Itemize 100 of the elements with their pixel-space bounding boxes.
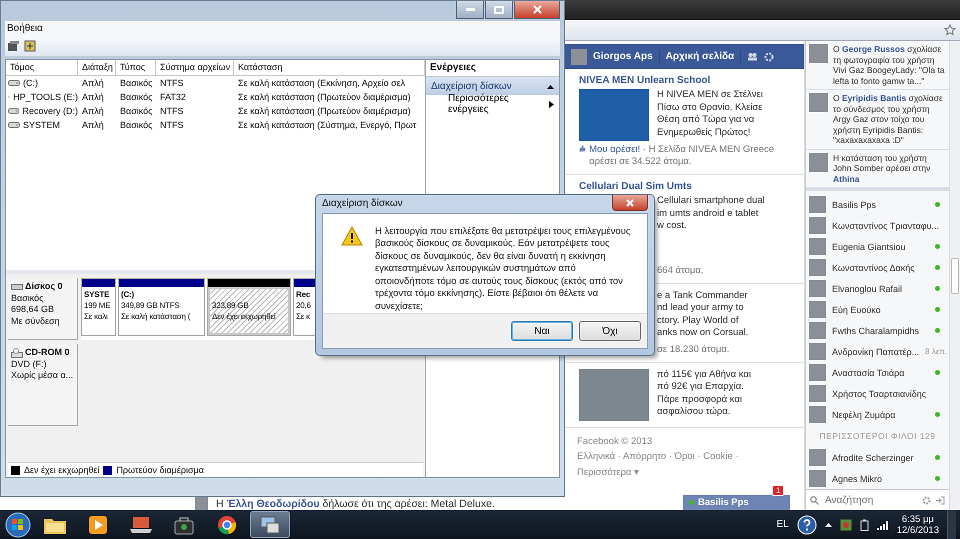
like-link[interactable]: Μου αρέσει! xyxy=(589,144,640,155)
friend-item[interactable]: Νεφέλη Ζυμάρα xyxy=(806,404,949,425)
scrollbar[interactable] xyxy=(949,41,960,510)
drive-icon xyxy=(8,121,20,129)
dialog-message: Η λειτουργία που επιλέξατε θα μετατρέψει τους επιλεγμένους βασικούς δίσκους σε δυναμικούς. Εάν μετατρέψετε τους δίσκους σε δυναμικούς, δεν θα είναι δυνατή η εκκίνηση εγκατεστημένων λειτουργικών συστημάτων από οποιονδήποτε τόμο σε αυτούς τους δίσκους (εκτός από τον τρέχοντα τόμο εκκίνησης). Είστε βέβαιοι ότι θέλετε να συνεχίσετε; xyxy=(375,226,632,313)
home-link[interactable]: Αρχική σελίδα xyxy=(666,51,734,62)
avatar-placeholder xyxy=(809,364,826,381)
warning-icon xyxy=(341,226,363,246)
caret-icon[interactable] xyxy=(824,522,832,527)
disk-info: Με σύνδεση xyxy=(11,316,61,327)
dialog-button[interactable]: Ναι xyxy=(511,321,573,341)
friend-item[interactable]: Κωνσταντίνος Δακής xyxy=(806,257,949,278)
table-cell-text: Απλή xyxy=(81,105,105,118)
maximize-button[interactable] xyxy=(485,1,513,19)
avatar-placeholder xyxy=(809,449,826,466)
section-header: ΠΕΡΙΣΣΟΤΕΡΟΙ ΦΙΛΟΙ 129 xyxy=(818,430,936,443)
partition-info: Σε καλι xyxy=(84,311,108,322)
avatar-placeholder xyxy=(809,385,826,402)
avatar-placeholder xyxy=(809,343,826,360)
avatar-placeholder xyxy=(809,238,826,255)
partition-info: Σε καλή κατάσταση ( xyxy=(121,311,190,322)
action-item[interactable]: Περισσότερες ενέργειες xyxy=(426,95,559,113)
friend-item[interactable]: Afrodite Scherzinger xyxy=(806,447,949,468)
photo-placeholder xyxy=(579,89,649,141)
maximize-icon xyxy=(494,6,504,14)
column-header[interactable]: Σύστημα αρχείων xyxy=(156,60,234,75)
avatar-placeholder xyxy=(809,301,826,318)
partition-info: SYSTE xyxy=(84,289,110,300)
table-cell-text: NTFS xyxy=(159,77,184,90)
menu-item[interactable]: Βοήθεια xyxy=(7,23,43,34)
partition-header-bar xyxy=(82,279,115,287)
scrollbar-thumb[interactable] xyxy=(951,258,959,294)
taskbar-button[interactable] xyxy=(250,511,290,538)
friend-item[interactable]: Εύη Ευούκο xyxy=(806,299,949,320)
action-item[interactable]: Διαχείριση δίσκων xyxy=(426,77,559,95)
friends-icon[interactable] xyxy=(747,52,758,61)
ticker-story[interactable]: Ο Eyripidis Bantis σχολίασε το σύνδεσμος του χρήστη Argy Gaz στον τοίχο του χρήστη Eyripidis Bantis: "xaxaxaxaxaxa :D" xyxy=(833,93,946,146)
settings-icon[interactable] xyxy=(922,496,931,504)
bag-icon xyxy=(173,514,195,534)
partition-block[interactable]: (C:) 349,89 GB NTFS Σε καλή κατάσταση ( xyxy=(118,278,205,336)
ad-text: πό 115€ για Αθήνα και πό 92€ για Επαρχία. Πάρε προσφορά και ασφαλίσου τώρα. xyxy=(657,368,752,418)
table-cell-text: Απλή xyxy=(81,77,105,90)
column-header[interactable]: Διάταξη xyxy=(78,60,116,75)
more-link[interactable]: Περισσότερα ▾ xyxy=(577,466,792,478)
popout-icon[interactable] xyxy=(935,496,945,504)
start-button[interactable] xyxy=(4,512,32,538)
friend-item[interactable]: Basilis Pps xyxy=(806,194,949,215)
profile-link[interactable]: Giorgos Aps xyxy=(593,51,653,62)
close-button[interactable] xyxy=(514,1,560,19)
partition-info: Rec xyxy=(296,289,310,300)
table-cell-text: SYSTEM xyxy=(23,119,60,132)
ad-title[interactable]: Cellulari Dual Sim Umts xyxy=(579,181,796,192)
friend-item[interactable]: Agnes Mikro xyxy=(806,468,949,489)
column-header[interactable]: Κατάσταση xyxy=(234,60,425,75)
avatar-placeholder xyxy=(195,497,208,510)
search-field[interactable]: Αναζήτηση xyxy=(823,494,918,506)
partition-block[interactable]: SYSTE 199 ME Σε καλι xyxy=(81,278,116,336)
language-indicator[interactable]: EL xyxy=(776,519,789,530)
friend-item[interactable]: Ανδρονίκη Παπατέρ... 8 λεπ. xyxy=(806,341,949,362)
dialog-title: Διαχείριση δίσκων xyxy=(322,198,403,210)
clock[interactable]: 6:35 μμ 12/6/2013 xyxy=(896,514,939,536)
ticker-story[interactable]: Ο George Russos σχολίασε τη φωτογραφία του χρήστη Vivi Gaz BoogeyLady: "Ola ta lefta to fonto gamw ta..." xyxy=(833,44,946,86)
ad-text: e a Tank Commander nd lead your army to ctory. Play World of anks now on Corsual. xyxy=(657,290,748,340)
table-cell-text: Σε καλή κατάσταση (Εκκίνηση, Αρχείο σελ xyxy=(237,77,406,90)
submenu-icon xyxy=(549,100,554,108)
partition-block[interactable]: 323,89 GB Δεν έχει εκχωρηθεί xyxy=(207,278,291,336)
disk-name: CD-ROM 0 xyxy=(25,347,70,358)
battery-icon[interactable] xyxy=(860,518,869,530)
column-header[interactable]: Τύπος xyxy=(116,60,156,75)
friend-item[interactable]: Fwths Charalampidhs xyxy=(806,320,949,341)
minimize-button[interactable] xyxy=(456,1,484,19)
close-button[interactable] xyxy=(612,195,648,211)
friend-item[interactable]: Eugenia Giantsiou xyxy=(806,236,949,257)
footer-links[interactable]: Ελληνικά · Απόρρητο · Όροι · Cookie · xyxy=(577,450,792,462)
star-icon[interactable] xyxy=(944,24,956,36)
table-cell-text: Recovery (D:) xyxy=(22,105,78,118)
dialog-button[interactable]: Όχι xyxy=(579,321,641,341)
table-cell-text: Σε καλή κατάσταση (Πρωτεύον διαμέρισμα) xyxy=(237,91,412,104)
cd-drive-icon xyxy=(11,348,23,358)
signal-icon[interactable] xyxy=(876,520,889,530)
friend-item[interactable]: Αναστασία Τσιάρα xyxy=(806,362,949,383)
ad-social-text: Μου αρέσει! · Η Σελίδα NIVEA MEN Greece αρέσει σε 34.522 άτομα. xyxy=(589,144,776,168)
minimize-icon xyxy=(466,8,474,11)
disk-info: Χωρίς μέσα α... xyxy=(11,370,74,382)
friend-item[interactable]: Elvanoglou Rafail xyxy=(806,278,949,299)
ticker-story[interactable]: Η κατάσταση του χρήστη John Somber αρέσει στην Athina xyxy=(833,152,946,184)
avatar-placeholder xyxy=(809,280,826,297)
friend-item[interactable]: Χρήστος Τσαρτσιανίδης xyxy=(806,383,949,404)
collapse-icon xyxy=(547,84,554,88)
table-cell-text: NTFS xyxy=(159,119,184,132)
chat-tab[interactable]: Basilis Pps xyxy=(683,495,790,510)
friend-item[interactable]: Κωνσταντίνος Τριανταφυ... xyxy=(806,215,949,236)
ad-title[interactable]: NIVEA MEN Unlearn School xyxy=(579,75,796,86)
avatar-placeholder xyxy=(809,196,826,213)
properties-icon[interactable] xyxy=(7,40,20,52)
table-cell-text: (C:) xyxy=(23,77,38,90)
avatar-placeholder xyxy=(809,44,828,63)
ad-text: Η NIVEA MEN σε Στέλνει Πίσω στο Θρανίο. Κλείσε Θέση από Τώρα για να Ενημερωθείς Πρώτος! xyxy=(657,89,763,139)
search-box[interactable]: Αναζήτηση xyxy=(806,489,949,510)
column-header[interactable]: Τόμος xyxy=(6,60,78,75)
